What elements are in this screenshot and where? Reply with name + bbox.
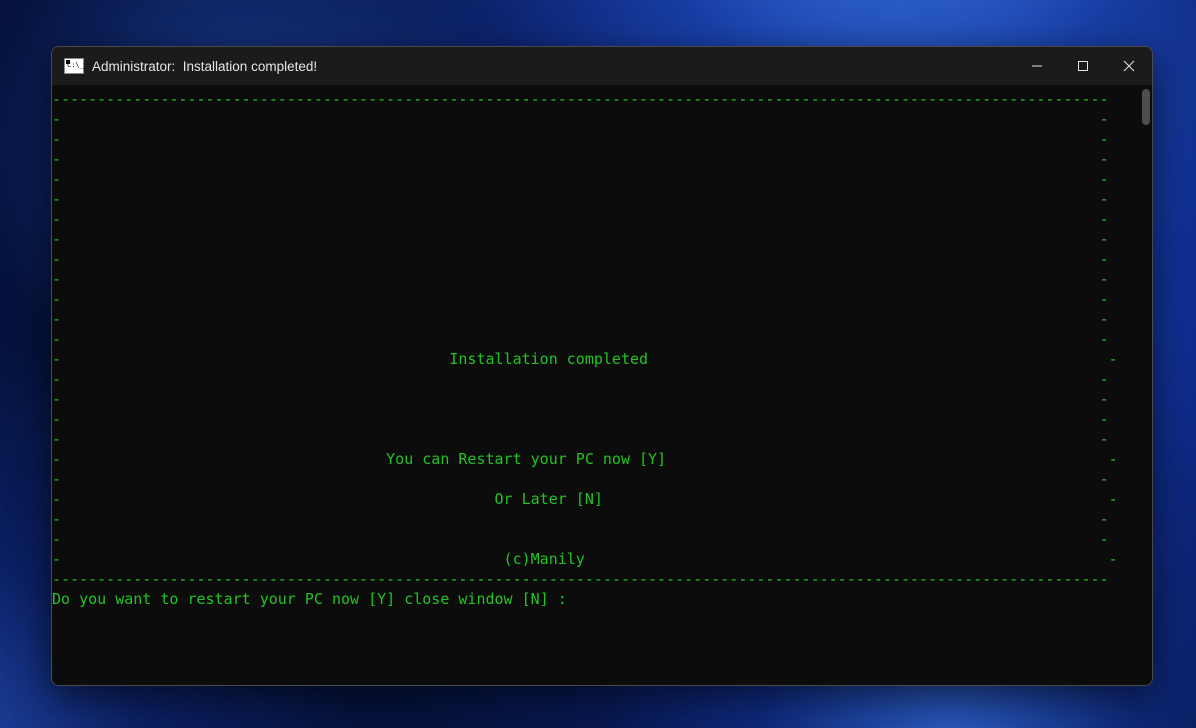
desktop-background: Administrator: Installation completed! -… bbox=[0, 0, 1196, 728]
minimize-icon bbox=[1031, 60, 1043, 72]
close-icon bbox=[1123, 60, 1135, 72]
scrollbar[interactable] bbox=[1140, 89, 1150, 681]
minimize-button[interactable] bbox=[1014, 47, 1060, 85]
terminal-output: ----------------------------------------… bbox=[52, 89, 1152, 609]
terminal-body[interactable]: ----------------------------------------… bbox=[52, 85, 1152, 685]
close-button[interactable] bbox=[1106, 47, 1152, 85]
titlebar[interactable]: Administrator: Installation completed! bbox=[52, 47, 1152, 85]
cmd-icon bbox=[64, 58, 84, 74]
maximize-button[interactable] bbox=[1060, 47, 1106, 85]
maximize-icon bbox=[1077, 60, 1089, 72]
scrollbar-thumb[interactable] bbox=[1142, 89, 1150, 125]
window-title: Administrator: Installation completed! bbox=[92, 59, 317, 74]
terminal-window: Administrator: Installation completed! -… bbox=[51, 46, 1153, 686]
